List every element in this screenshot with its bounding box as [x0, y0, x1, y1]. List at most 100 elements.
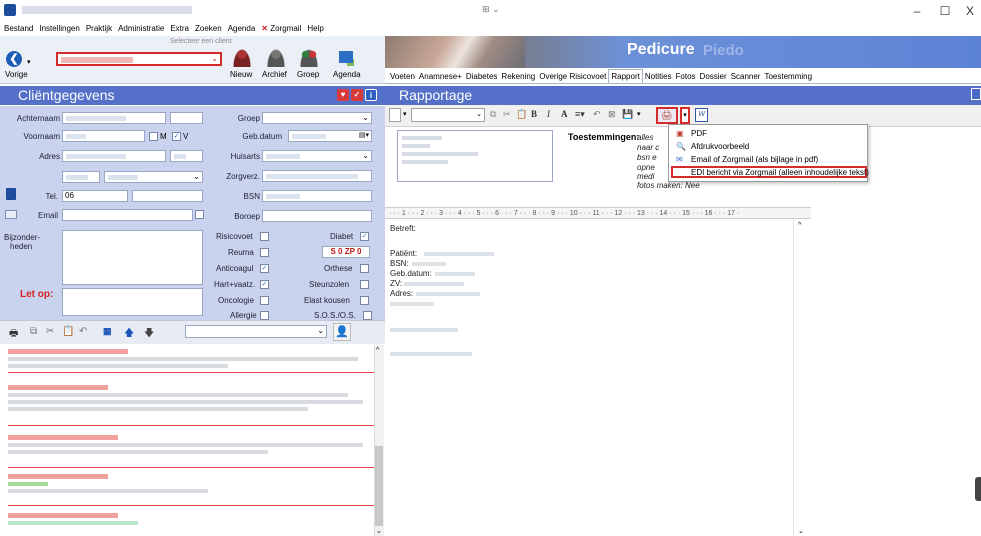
arrow-down-icon[interactable]: 🡇 [144, 326, 154, 343]
document-ruler[interactable]: · · · 1 · · · 2 · · · 3 · · · 4 · · · 5 … [385, 207, 811, 219]
agenda-label[interactable]: Agenda [333, 70, 361, 79]
undo-icon[interactable]: ↶ [593, 109, 601, 120]
scroll-up-icon[interactable]: ^ [376, 347, 379, 354]
scroll-down-icon[interactable]: ⌄ [798, 527, 804, 535]
phone-input[interactable]: 06 [62, 190, 128, 202]
postcode-input[interactable] [62, 171, 100, 183]
male-checkbox[interactable] [149, 132, 158, 141]
print-export-dropdown-caret[interactable]: ▾ [680, 107, 690, 124]
note-entry[interactable] [8, 513, 368, 525]
risicovoet-checkbox[interactable] [260, 232, 269, 241]
sos-checkbox[interactable] [363, 311, 372, 320]
archive-label[interactable]: Archief [262, 70, 287, 79]
diabet-checkbox[interactable]: ✓ [360, 232, 369, 241]
arrow-up-icon[interactable]: 🡅 [124, 326, 134, 343]
template-select[interactable]: ⌄ [411, 108, 485, 122]
note-entry[interactable] [8, 474, 368, 493]
scroll-down-icon[interactable]: ⌄ [376, 527, 382, 535]
insert-icon[interactable]: ⊠ [608, 109, 616, 120]
email-input[interactable] [62, 209, 193, 221]
email-icon[interactable] [5, 210, 17, 219]
menu-instellingen[interactable]: Instellingen [39, 24, 79, 33]
bold-icon[interactable]: B [531, 109, 537, 119]
new-dropdown-caret[interactable]: ▾ [403, 110, 407, 118]
save-icon[interactable]: 💾 [622, 109, 633, 120]
side-panel-handle[interactable] [975, 477, 981, 501]
tab-scanner[interactable]: Scanner [729, 70, 763, 83]
back-dropdown-caret[interactable]: ▾ [27, 58, 31, 66]
maximize-button[interactable]: ☐ [938, 4, 952, 18]
calendar-icon[interactable]: ▦ [103, 326, 112, 337]
steunzolen-checkbox[interactable] [360, 280, 369, 289]
city-select[interactable]: ⌄ [104, 171, 203, 183]
orthese-checkbox[interactable] [360, 264, 369, 273]
tab-dossier[interactable]: Dossier [698, 70, 729, 83]
save-dropdown-caret[interactable]: ▾ [637, 110, 641, 118]
minimize-button[interactable]: – [910, 4, 924, 18]
info-icon[interactable]: i [365, 89, 377, 101]
tab-diabetes[interactable]: Diabetes [464, 70, 500, 83]
document-scrollbar[interactable] [793, 219, 811, 536]
group-label[interactable]: Groep [297, 70, 319, 79]
print-icon[interactable]: 🖶 [9, 326, 18, 343]
oncologie-checkbox[interactable] [260, 296, 269, 305]
tab-anamnese[interactable]: Anamnese+ [417, 70, 464, 83]
search-client-icon[interactable]: 👤 [333, 323, 351, 341]
close-button[interactable]: X [963, 4, 977, 18]
note-entry[interactable] [8, 385, 368, 411]
align-icon[interactable]: ≡▾ [575, 109, 585, 120]
achternaam-input[interactable] [62, 112, 166, 124]
tab-rapport[interactable]: Rapport [608, 69, 643, 83]
menu-agenda[interactable]: Agenda [228, 24, 256, 33]
hart-vaatz-checkbox[interactable]: ✓ [260, 280, 269, 289]
word-export-icon[interactable]: W [695, 108, 708, 122]
tab-rekening[interactable]: Rekening [499, 70, 537, 83]
menu-extra[interactable]: Extra [170, 24, 189, 33]
scroll-up-icon[interactable]: ^ [798, 222, 801, 229]
bsn-input[interactable] [262, 190, 372, 202]
pin-icon[interactable]: ♥ [337, 89, 349, 101]
menu-praktijk[interactable]: Praktijk [86, 24, 112, 33]
cut-icon[interactable]: ✂ [503, 109, 511, 120]
archive-icon[interactable] [267, 49, 285, 67]
tab-fotos[interactable]: Fotos [674, 70, 698, 83]
client-select[interactable]: ⌄ [56, 52, 222, 66]
bijzonderheden-textarea[interactable] [62, 230, 203, 285]
menu-item-print-preview[interactable]: 🔍 Afdrukvoorbeeld [673, 141, 865, 153]
undo-icon[interactable]: ↶ [79, 326, 87, 337]
tab-toestemming[interactable]: Toestemming [762, 70, 814, 83]
huisarts-select[interactable]: ⌄ [262, 150, 372, 162]
address-block[interactable] [397, 130, 553, 182]
menu-help[interactable]: Help [307, 24, 323, 33]
boroep-input[interactable] [262, 210, 372, 222]
notes-scroll-thumb[interactable] [375, 446, 383, 526]
vorige-label[interactable]: Vorige [5, 70, 28, 79]
anticoagul-checkbox[interactable]: ✓ [260, 264, 269, 273]
menu-item-email-zorgmail[interactable]: ✉ Email of Zorgmail (als bijlage in pdf) [673, 154, 865, 166]
menu-zorgmail[interactable]: ✕ Zorgmail [261, 24, 301, 33]
phone-icon[interactable] [6, 188, 16, 200]
zorgverzekeraar-input[interactable] [262, 170, 372, 182]
tab-overige-risicovoet[interactable]: Overige Risicovoet [537, 70, 608, 83]
tab-voeten[interactable]: Voeten [388, 70, 417, 83]
house-number-input[interactable] [170, 150, 203, 162]
check-icon[interactable]: ✓ [351, 89, 363, 101]
group-icon[interactable] [300, 49, 318, 67]
tussenvoegsel-input[interactable] [170, 112, 203, 124]
phone2-input[interactable] [132, 190, 203, 202]
note-entry[interactable] [8, 349, 368, 368]
menu-bestand[interactable]: Bestand [4, 24, 33, 33]
email-checkbox[interactable] [195, 210, 204, 219]
paste-icon[interactable]: 📋 [62, 326, 74, 337]
back-arrow-icon[interactable]: ❮ [6, 51, 22, 67]
reuma-checkbox[interactable] [260, 248, 269, 257]
female-checkbox[interactable]: ✓ [172, 132, 181, 141]
note-entry[interactable] [8, 435, 368, 454]
tab-notities[interactable]: Notities [643, 70, 674, 83]
notes-filter-select[interactable]: ⌄ [185, 325, 327, 338]
panel-toggle-icon[interactable] [971, 88, 981, 100]
paste-icon[interactable]: 📋 [516, 109, 527, 120]
menu-administratie[interactable]: Administratie [118, 24, 164, 33]
font-icon[interactable]: A [561, 109, 568, 119]
menu-item-edi-zorgmail[interactable]: EDI bericht via Zorgmail (alleen inhoude… [671, 166, 869, 178]
